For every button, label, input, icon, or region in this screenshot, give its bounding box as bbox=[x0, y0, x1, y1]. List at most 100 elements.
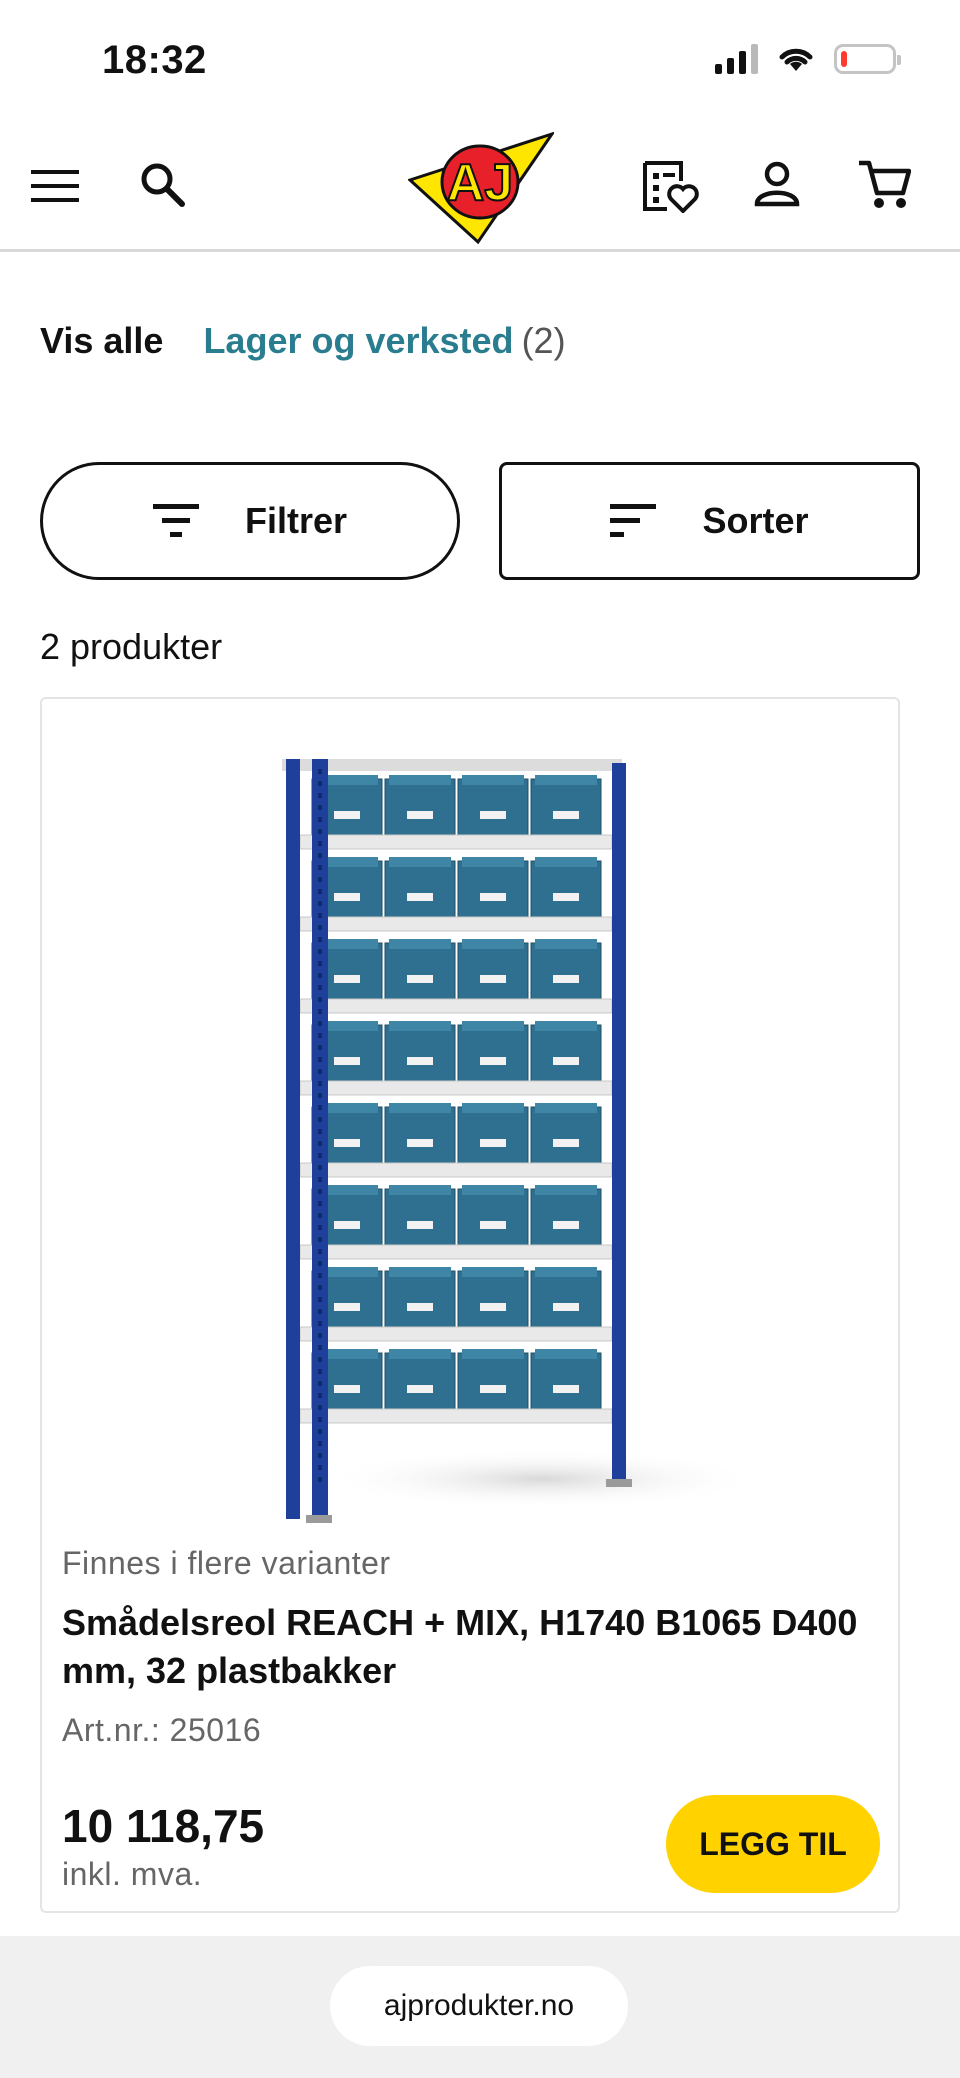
add-to-cart-button[interactable]: LEGG TIL bbox=[666, 1795, 880, 1893]
upright-slot bbox=[318, 1345, 322, 1350]
upright-slot bbox=[318, 1129, 322, 1134]
upright-slot bbox=[318, 1177, 322, 1182]
shelf-plank bbox=[299, 1162, 613, 1178]
upright-slot bbox=[318, 1453, 322, 1458]
upright-slot bbox=[318, 817, 322, 822]
article-number: Art.nr.: 25016 bbox=[62, 1712, 262, 1748]
storage-bin-rim bbox=[389, 857, 451, 867]
storage-bin-rim bbox=[535, 1267, 597, 1277]
storage-bin-rim bbox=[462, 1267, 524, 1277]
bin-label bbox=[480, 893, 506, 901]
upright-slot bbox=[318, 1273, 322, 1278]
bin-label bbox=[407, 1057, 433, 1065]
bin-label bbox=[553, 1385, 579, 1393]
upright-slot bbox=[318, 949, 322, 954]
search-icon[interactable] bbox=[136, 158, 188, 210]
upright-slot bbox=[318, 973, 322, 978]
bin-label bbox=[480, 975, 506, 983]
shelf-upright-left-back bbox=[286, 759, 300, 1519]
bin-label bbox=[480, 811, 506, 819]
bin-label bbox=[334, 1139, 360, 1147]
shelf-plank bbox=[299, 998, 613, 1014]
storage-bin bbox=[530, 1024, 602, 1082]
upright-slot bbox=[318, 1369, 322, 1374]
breadcrumb-all-link[interactable]: Vis alle bbox=[40, 320, 163, 362]
upright-slot bbox=[318, 1237, 322, 1242]
product-title[interactable]: Smådelsreol REACH + MIX, H1740 B1065 D40… bbox=[62, 1599, 882, 1695]
bin-label bbox=[480, 1303, 506, 1311]
breadcrumb-category-link[interactable]: Lager og verksted (2) bbox=[203, 320, 565, 362]
upright-slot bbox=[318, 1189, 322, 1194]
product-image[interactable] bbox=[162, 739, 782, 1529]
upright-slot bbox=[318, 913, 322, 918]
breadcrumb-category-count: (2) bbox=[521, 320, 566, 361]
bin-label bbox=[553, 1221, 579, 1229]
upright-slot bbox=[318, 769, 322, 774]
product-card[interactable]: Finnes i flere varianter Smådelsreol REA… bbox=[40, 697, 900, 1913]
upright-slot bbox=[318, 1117, 322, 1122]
shelf-plank bbox=[299, 1244, 613, 1260]
upright-slot bbox=[318, 1249, 322, 1254]
breadcrumb: Vis alle Lager og verksted (2) bbox=[40, 320, 566, 362]
cellular-signal-icon bbox=[715, 44, 758, 74]
filter-icon bbox=[152, 504, 199, 537]
shelf-top-frame bbox=[282, 759, 622, 771]
cart-icon[interactable] bbox=[856, 156, 912, 212]
upright-slot bbox=[318, 1333, 322, 1338]
upright-slot bbox=[318, 1081, 322, 1086]
url-bar[interactable]: ajprodukter.no bbox=[330, 1966, 628, 2046]
upright-slot bbox=[318, 829, 322, 834]
upright-slot bbox=[318, 925, 322, 930]
bin-label bbox=[407, 893, 433, 901]
storage-bin-rim bbox=[389, 1349, 451, 1359]
bin-label bbox=[553, 811, 579, 819]
filter-button[interactable]: Filtrer bbox=[40, 462, 460, 580]
user-icon[interactable] bbox=[752, 158, 802, 210]
battery-level bbox=[841, 51, 847, 67]
storage-bin-rim bbox=[535, 1103, 597, 1113]
aj-logo[interactable]: AJ bbox=[407, 131, 556, 245]
upright-slot bbox=[318, 1045, 322, 1050]
storage-bin-rim bbox=[389, 1021, 451, 1031]
bin-label bbox=[480, 1385, 506, 1393]
upright-slot bbox=[318, 1357, 322, 1362]
upright-slot bbox=[318, 1093, 322, 1098]
upright-slot bbox=[318, 781, 322, 786]
upright-slot bbox=[318, 997, 322, 1002]
bin-label bbox=[334, 1303, 360, 1311]
upright-slot bbox=[318, 865, 322, 870]
bin-label bbox=[407, 1221, 433, 1229]
storage-bin-rim bbox=[535, 939, 597, 949]
upright-slot bbox=[318, 1069, 322, 1074]
shelf-plank bbox=[299, 1080, 613, 1096]
shelf-plank bbox=[299, 834, 613, 850]
browser-bar: ajprodukter.no bbox=[0, 1936, 960, 2078]
bin-label bbox=[334, 811, 360, 819]
storage-bin-rim bbox=[462, 939, 524, 949]
status-time: 18:32 bbox=[102, 38, 207, 82]
storage-bin-rim bbox=[462, 1349, 524, 1359]
storage-bin bbox=[384, 860, 456, 918]
upright-slot bbox=[318, 1153, 322, 1158]
upright-slot bbox=[318, 1441, 322, 1446]
storage-bin-rim bbox=[462, 1021, 524, 1031]
wishlist-heart-icon[interactable] bbox=[640, 158, 700, 214]
storage-bin bbox=[530, 1188, 602, 1246]
upright-slot bbox=[318, 1417, 322, 1422]
bin-label bbox=[334, 893, 360, 901]
shelf-upright-right bbox=[612, 763, 626, 1483]
upright-slot bbox=[318, 1213, 322, 1218]
sort-button[interactable]: Sorter bbox=[499, 462, 920, 580]
bin-label bbox=[407, 811, 433, 819]
upright-slot bbox=[318, 1405, 322, 1410]
storage-bin bbox=[530, 860, 602, 918]
wifi-icon bbox=[779, 48, 813, 71]
shelf-foot bbox=[306, 1515, 332, 1523]
storage-bin bbox=[384, 778, 456, 836]
storage-bin bbox=[384, 1106, 456, 1164]
storage-bin-rim bbox=[389, 939, 451, 949]
storage-bin bbox=[457, 1024, 529, 1082]
hamburger-icon[interactable] bbox=[30, 164, 80, 208]
storage-bin-rim bbox=[535, 1021, 597, 1031]
upright-slot bbox=[318, 793, 322, 798]
